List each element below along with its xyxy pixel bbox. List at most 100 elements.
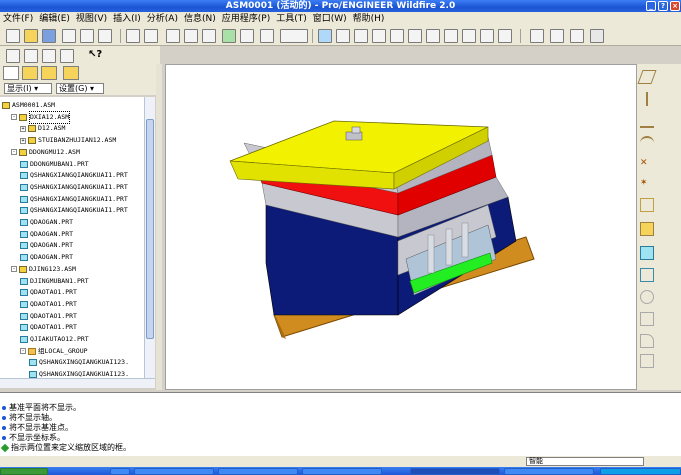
- orient-mode-icon[interactable]: [354, 29, 368, 43]
- datum-point-display-icon[interactable]: [42, 49, 56, 63]
- send-mail-icon[interactable]: [80, 29, 94, 43]
- tree-node[interactable]: - DDONGMU12.ASM: [11, 147, 80, 158]
- selection-filter-select[interactable]: 智能: [526, 457, 644, 466]
- tree-node[interactable]: QDAOTAO1.PRT: [20, 299, 77, 310]
- chamfer-tool-icon[interactable]: [640, 334, 654, 348]
- tree-node[interactable]: QDAOGAN.PRT: [20, 252, 73, 263]
- menu-item[interactable]: 文件(F): [0, 12, 36, 26]
- taskbar-item[interactable]: [302, 468, 382, 475]
- tree-node[interactable]: ASM0001.ASM: [2, 100, 55, 111]
- repaint-icon[interactable]: [318, 29, 332, 43]
- menu-item[interactable]: 分析(A): [144, 12, 181, 26]
- view-manager-icon[interactable]: [480, 29, 494, 43]
- menu-item[interactable]: 视图(V): [73, 12, 110, 26]
- zoom-in-icon[interactable]: [390, 29, 404, 43]
- close-button[interactable]: ×: [670, 1, 680, 11]
- scrollbar-thumb[interactable]: [146, 119, 154, 339]
- help-button[interactable]: ?: [658, 1, 668, 11]
- saved-views-icon[interactable]: [462, 29, 476, 43]
- no-hidden-icon[interactable]: [570, 29, 584, 43]
- graphics-window[interactable]: [165, 64, 637, 390]
- tree-node[interactable]: QDAOTAO1.PRT: [20, 287, 77, 298]
- datum-axis-tool-icon[interactable]: [646, 92, 648, 106]
- paste-icon[interactable]: [202, 29, 216, 43]
- start-button[interactable]: [0, 468, 48, 475]
- wireframe-icon[interactable]: [530, 29, 544, 43]
- tree-node[interactable]: QSHANGXIANGQIANGKUAI1.PRT: [20, 194, 128, 205]
- create-component-tool-icon[interactable]: [640, 246, 654, 260]
- collapse-icon[interactable]: -: [11, 149, 17, 156]
- tree-node[interactable]: QDAOTAO1.PRT: [20, 311, 77, 322]
- tree-node[interactable]: QSHANGXIANGQIANGKUAI1.PRT: [20, 170, 128, 181]
- tree-node[interactable]: QDAOGAN.PRT: [20, 240, 73, 251]
- datum-point-tool-icon[interactable]: ✕: [640, 158, 654, 172]
- hole-tool-icon[interactable]: [640, 268, 654, 282]
- assemble-tool-icon[interactable]: [640, 222, 654, 236]
- folder-browser-tab-icon[interactable]: [22, 66, 38, 80]
- tree-node[interactable]: QJIAKUTAO12.PRT: [20, 334, 89, 345]
- tree-node[interactable]: QSHANGXINGQIANGKUAI123.: [29, 357, 129, 368]
- menu-item[interactable]: 窗口(W): [310, 12, 350, 26]
- history-tab-icon[interactable]: [63, 66, 79, 80]
- menu-item[interactable]: 编辑(E): [36, 12, 73, 26]
- show-dropdown[interactable]: 显示(I) ▾: [4, 83, 52, 94]
- redo-icon[interactable]: [144, 29, 158, 43]
- shading-icon[interactable]: [590, 29, 604, 43]
- collapse-icon[interactable]: -: [20, 348, 26, 355]
- tree-node[interactable]: DJINGMUBAN1.PRT: [20, 276, 89, 287]
- layer-icon[interactable]: [372, 29, 386, 43]
- model-tree-horizontal-scrollbar[interactable]: [0, 378, 155, 388]
- tree-node[interactable]: + D12.ASM: [20, 123, 65, 134]
- taskbar-item-active[interactable]: [410, 468, 500, 475]
- tree-node[interactable]: - DJING123.ASM: [11, 264, 76, 275]
- expand-icon[interactable]: +: [20, 137, 26, 144]
- hidden-line-icon[interactable]: [550, 29, 564, 43]
- expand-icon[interactable]: +: [20, 125, 26, 132]
- settings-dropdown[interactable]: 设置(G) ▾: [56, 83, 104, 94]
- selection-filter-dropdown[interactable]: [280, 29, 308, 43]
- regen-manager-icon[interactable]: [240, 29, 254, 43]
- datum-plane-display-icon[interactable]: [6, 49, 20, 63]
- reorient-icon[interactable]: [444, 29, 458, 43]
- regenerate-model-icon[interactable]: [222, 29, 236, 43]
- tree-node[interactable]: DDONGMUBAN1.PRT: [20, 159, 89, 170]
- menu-item[interactable]: 工具(T): [273, 12, 310, 26]
- tree-node[interactable]: QSHANGXIANGQIANGKUAI1.PRT: [20, 205, 128, 216]
- tree-node[interactable]: QDAOGAN.PRT: [20, 229, 73, 240]
- favorites-tab-icon[interactable]: [41, 66, 57, 80]
- tree-node[interactable]: + STUIBANZHUJIAN12.ASM: [20, 135, 116, 146]
- draft-tool-icon[interactable]: [640, 354, 654, 368]
- datum-curve-tool-icon[interactable]: [640, 136, 654, 150]
- tree-node[interactable]: - DXIA12.ASM: [11, 110, 71, 124]
- menu-item[interactable]: 帮助(H): [350, 12, 388, 26]
- taskbar-item[interactable]: [134, 468, 214, 475]
- regenerate-icon[interactable]: [98, 29, 112, 43]
- new-file-icon[interactable]: [6, 29, 20, 43]
- copy-icon[interactable]: [184, 29, 198, 43]
- datum-axis-display-icon[interactable]: [24, 49, 38, 63]
- tree-node[interactable]: - 组LOCAL_GROUP: [20, 346, 88, 357]
- spin-center-icon[interactable]: [336, 29, 350, 43]
- cut-icon[interactable]: [166, 29, 180, 43]
- collapse-icon[interactable]: -: [11, 266, 17, 273]
- tree-node[interactable]: QDAOTAO1.PRT: [20, 322, 77, 333]
- coordinate-system-display-icon[interactable]: [60, 49, 74, 63]
- save-icon[interactable]: [42, 29, 56, 43]
- analysis-tool-icon[interactable]: [640, 198, 654, 212]
- coordinate-system-tool-icon[interactable]: ✶: [640, 178, 654, 192]
- minimize-button[interactable]: _: [646, 1, 656, 11]
- menu-item[interactable]: 信息(N): [181, 12, 219, 26]
- sketch-tool-icon[interactable]: [640, 114, 654, 128]
- taskbar-item[interactable]: [110, 468, 130, 475]
- undo-icon[interactable]: [126, 29, 140, 43]
- menu-item[interactable]: 插入(I): [110, 12, 144, 26]
- datum-plane-tool-icon[interactable]: [637, 70, 657, 84]
- context-help-icon[interactable]: ↖?: [88, 49, 102, 63]
- model-tree-tab-icon[interactable]: [3, 66, 19, 80]
- collapse-icon[interactable]: -: [11, 114, 17, 121]
- tree-node[interactable]: QDAOGAN.PRT: [20, 217, 73, 228]
- panel-sash[interactable]: [156, 64, 162, 390]
- revolve-tool-icon[interactable]: [640, 290, 654, 304]
- layers-stack-icon[interactable]: [498, 29, 512, 43]
- round-tool-icon[interactable]: [640, 312, 654, 326]
